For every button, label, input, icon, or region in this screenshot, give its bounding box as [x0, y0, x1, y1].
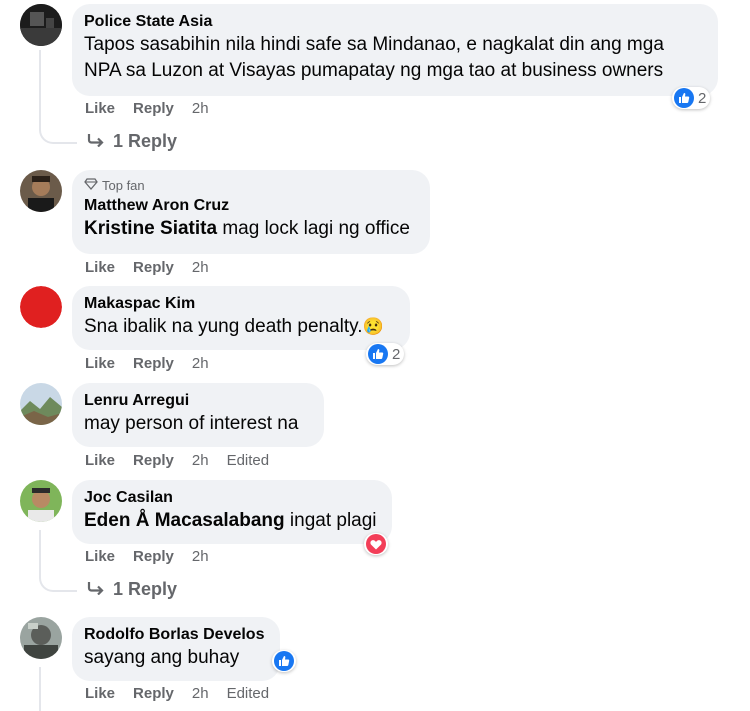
avatar[interactable] [20, 480, 62, 522]
comment-actions: Like Reply 2h [85, 259, 209, 276]
mention-link[interactable]: Eden Å Macasalabang [84, 510, 285, 531]
mention-link[interactable]: Kristine Siatita [84, 218, 217, 239]
like-button[interactable]: Like [85, 355, 115, 372]
heart-icon [366, 534, 386, 554]
comment-actions: Like Reply 2h Edited [85, 452, 269, 469]
view-replies-button[interactable]: 1 Reply [87, 579, 177, 600]
thumbs-up-icon [274, 651, 294, 671]
comment-bubble: Top fan Matthew Aron Cruz Kristine Siati… [72, 170, 430, 254]
thread-line [39, 667, 41, 711]
reply-button[interactable]: Reply [133, 452, 174, 469]
avatar[interactable] [20, 383, 62, 425]
replies-count: 1 Reply [113, 131, 178, 151]
reaction-count[interactable]: 2 [366, 343, 405, 365]
thread-line [39, 50, 41, 128]
like-button[interactable]: Like [85, 548, 115, 565]
reply-button[interactable]: Reply [133, 100, 174, 117]
thread-connector [39, 118, 77, 144]
comment-bubble: Lenru Arregui may person of interest na [72, 383, 324, 447]
profile-photo [20, 4, 62, 46]
thumbs-up-icon [674, 88, 694, 108]
timestamp[interactable]: 2h [192, 355, 209, 372]
reply-button[interactable]: Reply [133, 548, 174, 565]
comment-body: mag lock lagi ng office [222, 218, 410, 239]
replies-count: 1 Reply [113, 579, 178, 599]
like-button[interactable]: Like [85, 685, 115, 702]
comment-author[interactable]: Lenru Arregui [84, 391, 312, 411]
top-fan-label: Top fan [102, 178, 145, 193]
comment-actions: Like Reply 2h Edited [85, 685, 269, 702]
comment-actions: Like Reply 2h [85, 100, 209, 117]
avatar[interactable] [20, 286, 62, 328]
timestamp[interactable]: 2h [192, 100, 209, 117]
profile-photo [20, 480, 62, 522]
comment-text: NPA sa Luzon at Visayas pumapatay ng mga… [84, 60, 664, 81]
comment-bubble: Rodolfo Borlas Develos sayang ang buhay [72, 617, 280, 681]
reaction-count[interactable]: 2 [672, 87, 711, 109]
timestamp[interactable]: 2h [192, 259, 209, 276]
comment-text: Eden Å Macasalabang ingat plagi [84, 508, 380, 534]
comment-bubble: Joc Casilan Eden Å Macasalabang ingat pl… [72, 480, 392, 544]
comment-text: Kristine Siatita mag lock lagi ng office [84, 216, 418, 242]
profile-photo [20, 617, 62, 659]
reply-arrow-icon [87, 579, 105, 600]
reaction-count-value: 2 [698, 89, 707, 107]
comment-actions: Like Reply 2h [85, 548, 209, 565]
profile-photo [20, 286, 62, 328]
reply-button[interactable]: Reply [133, 259, 174, 276]
avatar[interactable] [20, 617, 62, 659]
comment-author[interactable]: Makaspac Kim [84, 294, 398, 314]
like-button[interactable]: Like [85, 452, 115, 469]
reply-button[interactable]: Reply [133, 355, 174, 372]
reaction-count-value: 2 [392, 345, 401, 363]
reply-arrow-icon [87, 131, 105, 152]
profile-photo [20, 170, 62, 212]
comment-body: ingat plagi [289, 510, 377, 531]
comment-body: Sna ibalik na yung death penalty. [84, 316, 363, 337]
like-button[interactable]: Like [85, 100, 115, 117]
diamond-icon [84, 178, 98, 194]
comment-text: Sna ibalik na yung death penalty.😢 [84, 314, 398, 340]
comment-actions: Like Reply 2h [85, 355, 209, 372]
view-replies-button[interactable]: 1 Reply [87, 131, 177, 152]
comment-text: Tapos sasabihin nila hindi safe sa Minda… [84, 34, 664, 55]
edited-label: Edited [226, 452, 270, 469]
timestamp[interactable]: 2h [192, 548, 209, 565]
edited-label: Edited [226, 685, 270, 702]
comment-author[interactable]: Rodolfo Borlas Develos [84, 625, 268, 645]
like-button[interactable]: Like [85, 259, 115, 276]
reply-button[interactable]: Reply [133, 685, 174, 702]
avatar[interactable] [20, 170, 62, 212]
crying-emoji: 😢 [362, 317, 384, 336]
comment-text: may person of interest na [84, 413, 299, 434]
reaction-count[interactable] [364, 533, 388, 555]
profile-photo [20, 383, 62, 425]
thumbs-up-icon [368, 344, 388, 364]
top-fan-badge: Top fan [84, 178, 418, 194]
timestamp[interactable]: 2h [192, 452, 209, 469]
avatar[interactable] [20, 4, 62, 46]
comment-author[interactable]: Joc Casilan [84, 488, 380, 508]
thread-connector [39, 566, 77, 592]
timestamp[interactable]: 2h [192, 685, 209, 702]
comment-bubble: Makaspac Kim Sna ibalik na yung death pe… [72, 286, 410, 350]
comment-text: sayang ang buhay [84, 647, 240, 668]
comment-author[interactable]: Police State Asia [84, 12, 706, 32]
reaction-count[interactable] [272, 650, 296, 672]
comment-author[interactable]: Matthew Aron Cruz [84, 196, 418, 216]
comment-bubble: Police State Asia Tapos sasabihin nila h… [72, 4, 718, 96]
